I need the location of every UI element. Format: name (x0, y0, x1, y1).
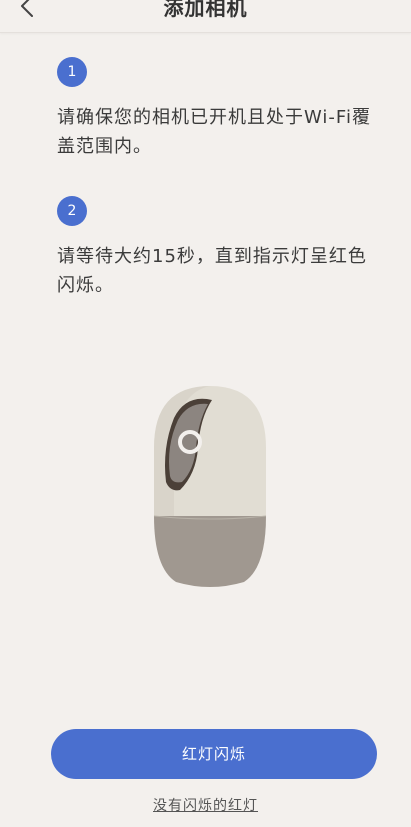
red-light-blinking-button[interactable]: 红灯闪烁 (51, 729, 377, 779)
step-instruction-text: 请确保您的相机已开机且处于Wi-Fi覆盖范围内。 (57, 107, 371, 157)
step-instruction-text: 请等待大约15秒，直到指示灯呈红色闪烁。 (57, 246, 367, 296)
no-red-light-link[interactable]: 没有闪烁的红灯 (0, 795, 411, 815)
step-1: 1 请确保您的相机已开机且处于Wi-Fi覆盖范围内。 (57, 57, 377, 161)
top-bar: 添加相机 (0, 0, 411, 33)
camera-illustration (153, 386, 267, 587)
step-number-badge: 2 (57, 196, 87, 226)
page-title: 添加相机 (163, 0, 248, 20)
step-2: 2 请等待大约15秒，直到指示灯呈红色闪烁。 (57, 196, 377, 300)
step-number-badge: 1 (57, 57, 87, 87)
